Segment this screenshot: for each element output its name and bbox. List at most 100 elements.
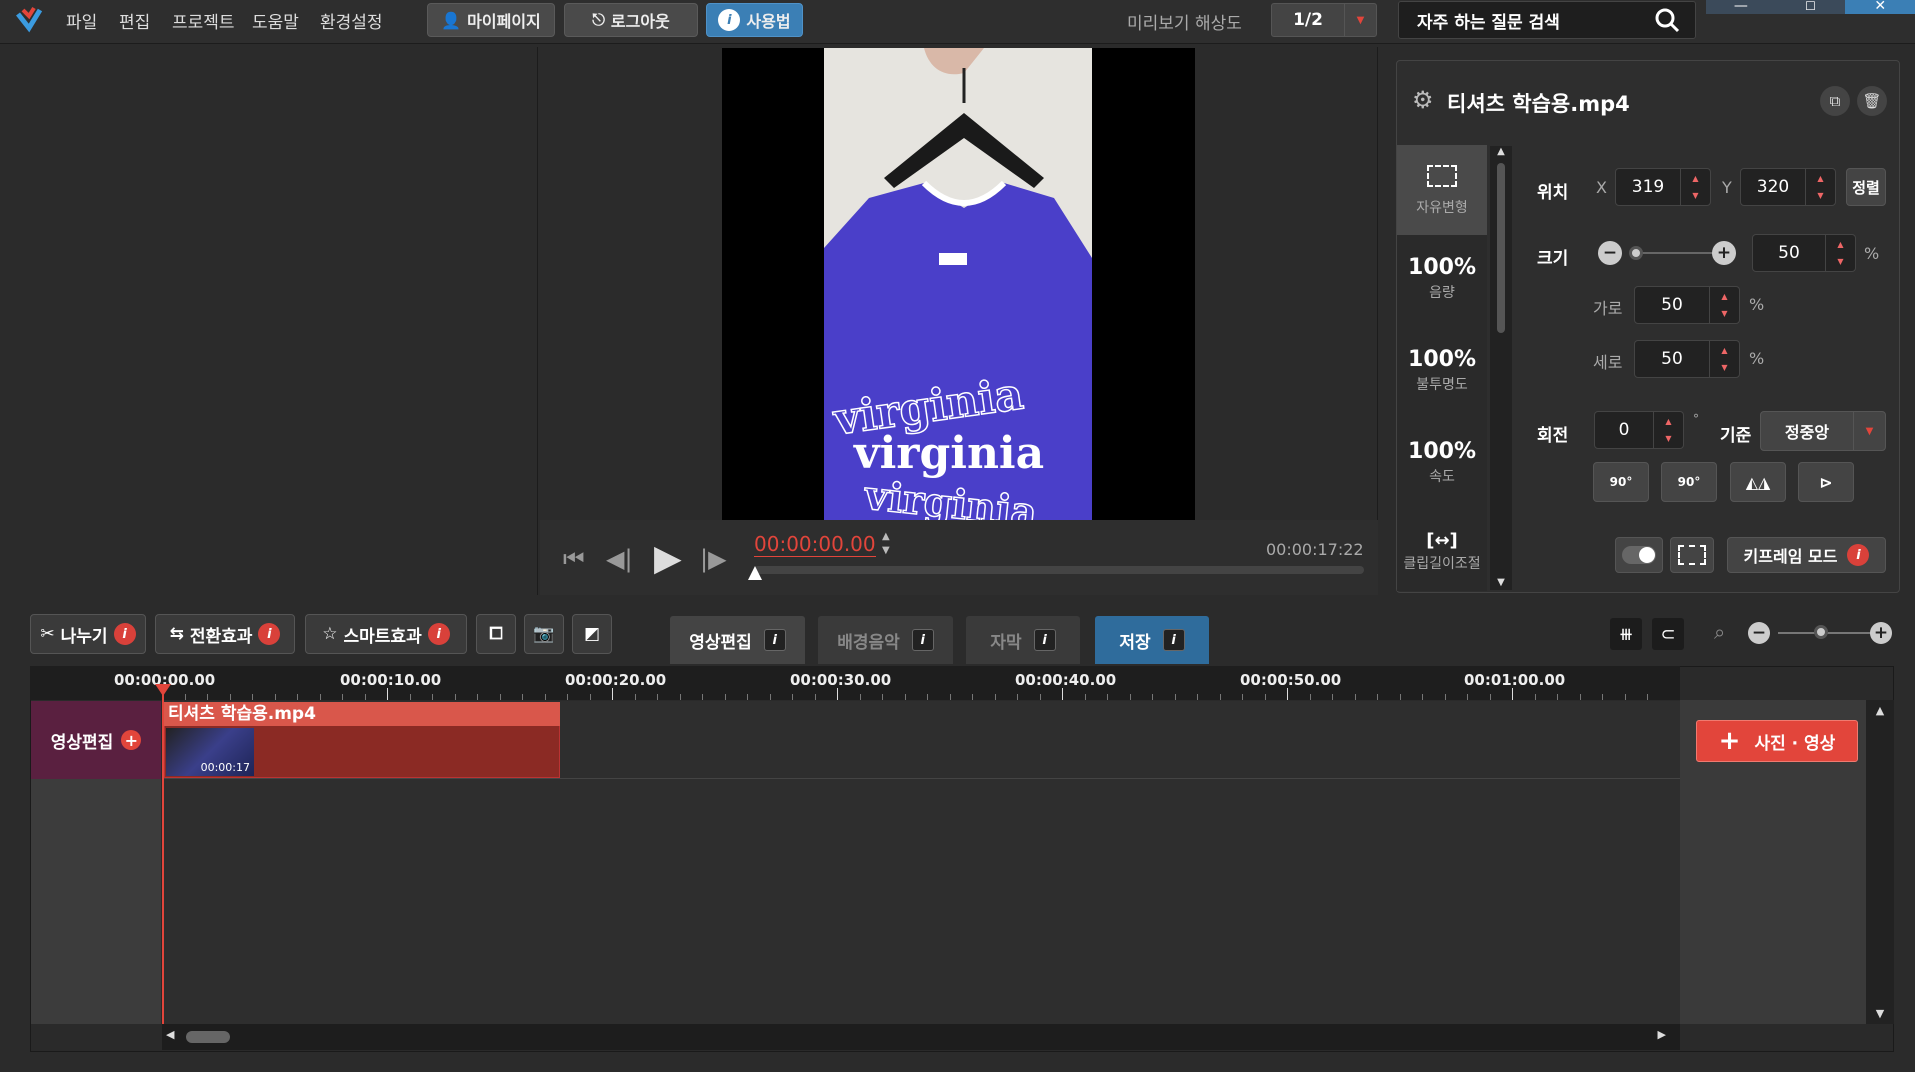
playhead[interactable] <box>162 684 164 1024</box>
tab-subtitle[interactable]: 자막 i <box>966 616 1080 664</box>
size-label: 크기 <box>1537 249 1569 269</box>
tab-bgm-label: 배경음악 <box>837 632 900 653</box>
rotate-cw-button[interactable]: 90° <box>1593 462 1649 502</box>
waveform-button[interactable]: ⧻ <box>1610 618 1642 650</box>
size-input[interactable]: 50 ▲ ▼ <box>1752 234 1856 272</box>
shirt-print-line-2: virginia <box>853 428 1044 479</box>
snap-button[interactable]: ⊂ <box>1652 618 1684 650</box>
menu-edit[interactable]: 편집 <box>119 8 150 33</box>
gear-icon: ⚙ <box>1412 86 1434 114</box>
logout-button[interactable]: ⎋ 로그아웃 <box>564 3 698 37</box>
tab-video-edit[interactable]: 영상편집 i <box>670 616 805 664</box>
scroll-right-icon[interactable]: ▶ <box>1658 1028 1666 1041</box>
scroll-up-icon[interactable]: ▲ <box>1490 146 1512 157</box>
add-frame-button[interactable]: ⧠ <box>476 614 516 654</box>
menu-file[interactable]: 파일 <box>66 8 97 33</box>
size-increase-icon[interactable]: + <box>1712 241 1736 265</box>
timeline-vertical-scrollbar[interactable]: ▲ ▼ <box>1866 700 1894 1024</box>
height-stepper-icon[interactable]: ▲ ▼ <box>1709 341 1739 377</box>
info-icon: i <box>258 623 281 645</box>
smart-effect-button[interactable]: ☆ 스마트효과 i <box>305 614 467 654</box>
height-input[interactable]: 50 ▲ ▼ <box>1634 340 1740 378</box>
current-time[interactable]: 00:00:00.00 <box>754 532 876 557</box>
origin-select[interactable]: 정중앙 ▼ <box>1760 411 1886 451</box>
size-value: 50 <box>1778 243 1800 263</box>
tick-label: 00:00:50.00 <box>1240 671 1342 689</box>
width-stepper-icon[interactable]: ▲ ▼ <box>1709 287 1739 323</box>
rotate-input[interactable]: 0 ▲ ▼ <box>1594 411 1684 449</box>
usage-button[interactable]: i 사용법 <box>706 3 803 37</box>
y-position-input[interactable]: 320 ▲ ▼ <box>1740 168 1836 206</box>
align-button[interactable]: 정렬 <box>1846 168 1886 206</box>
scroll-down-icon[interactable]: ▼ <box>1866 1007 1894 1020</box>
flip-horizontal-button[interactable]: ◭◮ <box>1730 462 1786 502</box>
zoom-slider-handle[interactable] <box>1814 625 1828 639</box>
transform-box-icon <box>1678 545 1706 565</box>
menu-help[interactable]: 도움말 <box>252 8 299 33</box>
y-stepper-icon[interactable]: ▲ ▼ <box>1805 169 1835 205</box>
scroll-thumb[interactable] <box>186 1031 230 1043</box>
menu-project[interactable]: 프로젝트 <box>172 8 235 33</box>
ruler-tick <box>1174 694 1176 700</box>
ruler-tick <box>1084 694 1086 700</box>
keyframe-toggle[interactable] <box>1615 537 1663 573</box>
snapshot-button[interactable]: 📷 <box>524 614 564 654</box>
x-position-input[interactable]: 319 ▲ ▼ <box>1615 168 1711 206</box>
empty-track-area[interactable] <box>162 779 1680 1024</box>
seek-bar[interactable] <box>754 566 1364 574</box>
scroll-up-icon[interactable]: ▲ <box>1866 704 1894 717</box>
size-slider-handle[interactable] <box>1629 246 1643 260</box>
rotate-ccw-button[interactable]: 90° <box>1661 462 1717 502</box>
add-track-icon[interactable]: + <box>121 730 142 750</box>
keyframe-mode-button[interactable]: 키프레임 모드 i <box>1727 537 1886 573</box>
menu-settings[interactable]: 환경설정 <box>320 8 383 33</box>
ruler-tick <box>679 694 681 700</box>
tab-volume[interactable]: 100% 음량 <box>1397 255 1487 302</box>
timeline-horizontal-scrollbar[interactable]: ◀ ▶ <box>162 1024 1680 1050</box>
faq-search-input[interactable]: 자주 하는 질문 검색 <box>1398 1 1696 39</box>
add-media-button[interactable]: + 사진 · 영상 <box>1696 720 1858 762</box>
step-back-icon[interactable]: ◀| <box>606 545 633 573</box>
tab-clip-length[interactable]: [↔] 클립길이조절 <box>1397 530 1487 573</box>
mypage-button[interactable]: 👤 마이페이지 <box>427 3 555 37</box>
tab-save[interactable]: 저장 i <box>1095 616 1209 664</box>
info-icon: i <box>1162 629 1185 651</box>
transition-button[interactable]: ⇆ 전환효과 i <box>155 614 295 654</box>
preview-resolution-select[interactable]: 1/2 ▼ <box>1271 3 1377 37</box>
close-icon[interactable]: ✕ <box>1845 0 1915 14</box>
play-icon[interactable]: ▶ <box>654 538 682 579</box>
size-decrease-icon[interactable]: − <box>1598 241 1622 265</box>
rotate-stepper-icon[interactable]: ▲ ▼ <box>1653 412 1683 448</box>
tab-speed[interactable]: 100% 속도 <box>1397 439 1487 486</box>
ruler-tick <box>567 694 568 700</box>
trash-icon[interactable]: 🗑 <box>1857 86 1887 116</box>
width-input[interactable]: 50 ▲ ▼ <box>1634 286 1740 324</box>
minimize-icon[interactable]: — <box>1706 0 1776 14</box>
maximize-icon[interactable]: ☐ <box>1775 0 1846 14</box>
tab-free-transform[interactable]: 자유변형 <box>1397 145 1487 235</box>
side-tabs-scrollbar[interactable]: ▲ ▼ <box>1490 146 1512 590</box>
x-stepper-icon[interactable]: ▲ ▼ <box>1680 169 1710 205</box>
scroll-thumb[interactable] <box>1497 163 1505 333</box>
tab-bgm[interactable]: 배경음악 i <box>818 616 953 664</box>
time-stepper-icon[interactable]: ▲ ▼ <box>882 530 890 558</box>
scroll-down-icon[interactable]: ▼ <box>1490 577 1512 588</box>
transform-box-button[interactable] <box>1670 537 1714 573</box>
ruler-tick <box>319 694 321 700</box>
tab-opacity[interactable]: 100% 불투명도 <box>1397 347 1487 394</box>
step-forward-icon[interactable]: |▶ <box>700 545 727 573</box>
scroll-left-icon[interactable]: ◀ <box>166 1028 174 1041</box>
ruler-tick <box>1017 694 1018 700</box>
clip-length-icon: [↔] <box>1426 530 1458 551</box>
split-button[interactable]: ✂ 나누기 i <box>30 614 146 654</box>
add-overlay-button[interactable]: ◩ <box>572 614 612 654</box>
skip-start-icon[interactable]: ⏮ <box>563 545 585 573</box>
zoom-in-icon[interactable]: + <box>1870 622 1892 644</box>
ruler-tick <box>612 688 613 700</box>
flip-vertical-button[interactable]: ⊳ <box>1798 462 1854 502</box>
search-icon[interactable] <box>1639 7 1695 33</box>
seek-handle[interactable] <box>748 566 762 580</box>
copy-icon[interactable]: ⧉ <box>1820 86 1850 116</box>
size-stepper-icon[interactable]: ▲ ▼ <box>1825 235 1855 271</box>
zoom-out-icon[interactable]: − <box>1748 622 1770 644</box>
